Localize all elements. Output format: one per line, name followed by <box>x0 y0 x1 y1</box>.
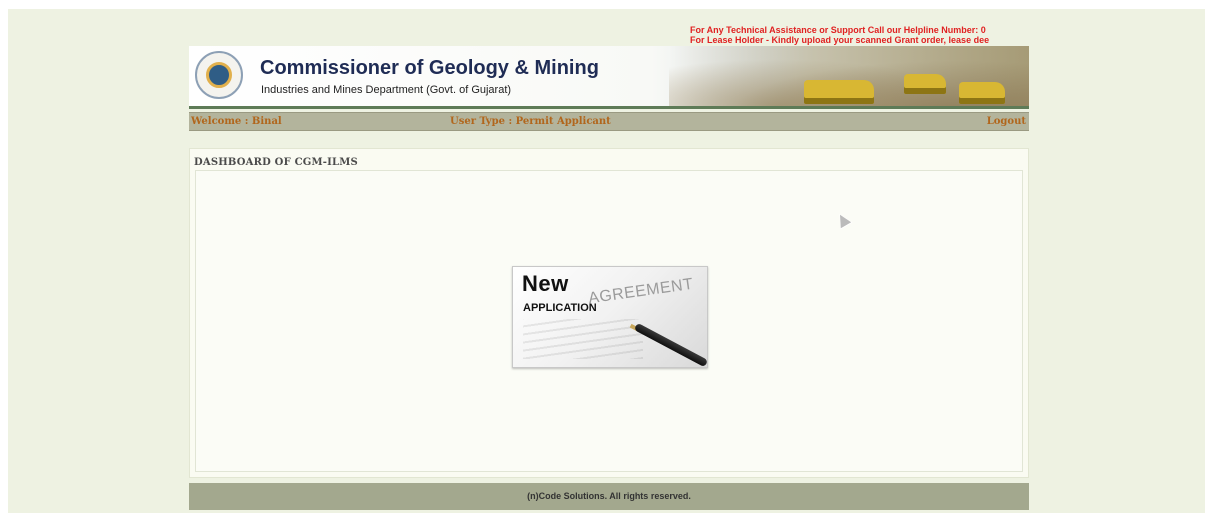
welcome-text: Welcome : Binal <box>191 116 282 127</box>
support-notice: For Any Technical Assistance or Support … <box>690 25 1030 45</box>
new-label: New <box>522 271 569 296</box>
dashboard-content: AGREEMENT New APPLICATION <box>195 170 1023 472</box>
loader-image <box>804 80 874 104</box>
logout-link[interactable]: Logout <box>987 113 1026 130</box>
notice-line-helpline: For Any Technical Assistance or Support … <box>690 25 986 35</box>
footer-text: (n)Code Solutions. All rights reserved. <box>527 491 691 501</box>
excavator-image <box>959 82 1005 104</box>
application-label: APPLICATION <box>523 302 597 314</box>
document-lines-graphic <box>523 319 643 359</box>
dashboard-panel: DASHBOARD OF CGM-ILMS AGREEMENT New APPL… <box>189 148 1029 478</box>
site-footer: (n)Code Solutions. All rights reserved. <box>189 483 1029 510</box>
truck-image <box>904 74 946 94</box>
mining-scene-banner <box>669 46 1029 106</box>
header-divider <box>189 106 1029 109</box>
site-subtitle: Industries and Mines Department (Govt. o… <box>261 84 512 96</box>
notice-line-lease-holder: For Lease Holder - Kindly upload your sc… <box>690 35 990 45</box>
dashboard-title: DASHBOARD OF CGM-ILMS <box>194 157 358 168</box>
department-logo <box>195 51 243 99</box>
site-header: Commissioner of Geology & Mining Industr… <box>189 46 1029 106</box>
user-info-bar: Welcome : Binal User Type : Permit Appli… <box>189 112 1029 131</box>
agreement-background-text: AGREEMENT <box>587 275 695 308</box>
user-type-text: User Type : Permit Applicant <box>450 116 611 127</box>
site-title: Commissioner of Geology & Mining <box>260 57 599 79</box>
new-application-card[interactable]: AGREEMENT New APPLICATION <box>512 266 708 368</box>
pen-icon <box>633 322 707 367</box>
logo-emblem-icon <box>206 62 232 88</box>
